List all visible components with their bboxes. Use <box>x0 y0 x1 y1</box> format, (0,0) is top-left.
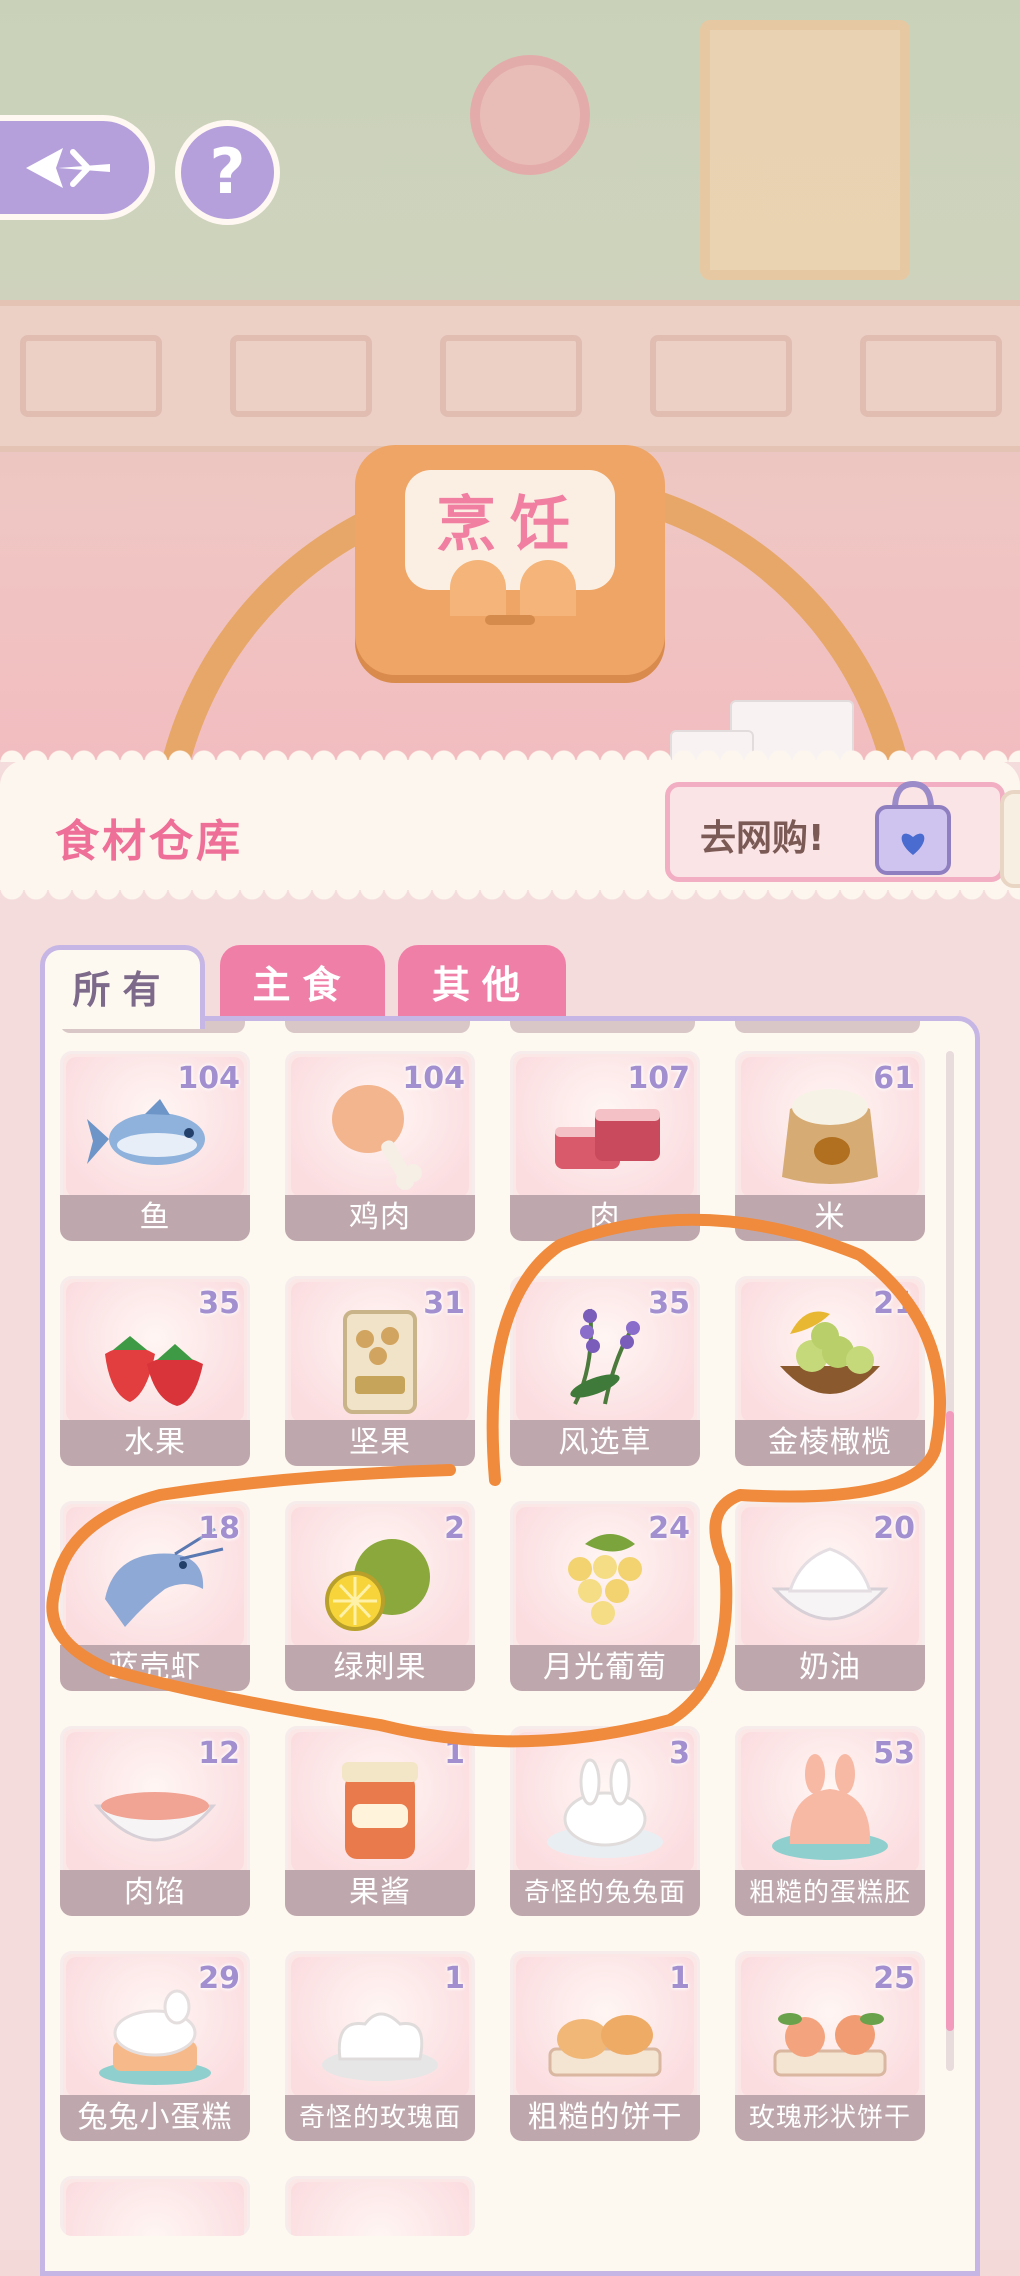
cooking-sign[interactable]: 烹饪 <box>355 445 665 675</box>
ingredient-grid[interactable]: 104 鱼 104 鸡肉 107 肉 61 米 35 水果 31 坚果 35 风… <box>40 1016 980 2276</box>
item-count: 25 <box>873 1961 915 1996</box>
panel-header: 食材仓库 去网购! <box>0 746 1020 906</box>
item-count: 24 <box>648 1511 690 1546</box>
item-count: 20 <box>873 1511 915 1546</box>
item-count: 104 <box>177 1061 240 1096</box>
item-count: 3 <box>669 1736 690 1771</box>
item-count: 61 <box>873 1061 915 1096</box>
item-name: 蓝壳虾 <box>60 1645 250 1691</box>
item-name: 米 <box>735 1195 925 1241</box>
item-count: 107 <box>627 1061 690 1096</box>
item-name: 兔兔小蛋糕 <box>60 2095 250 2141</box>
jam-jar-icon <box>342 1762 418 1859</box>
item-count: 2 <box>444 1511 465 1546</box>
partial-item-card[interactable] <box>60 2176 250 2236</box>
item-name: 月光葡萄 <box>510 1645 700 1691</box>
item-count: 29 <box>198 1961 240 1996</box>
rose-bread-icon <box>322 2012 438 2081</box>
ingredient-card[interactable]: 12 肉馅 <box>60 1726 250 1916</box>
spiky-fruit-icon <box>325 1539 430 1631</box>
item-count: 31 <box>423 1286 465 1321</box>
ingredient-card[interactable]: 1 粗糙的饼干 <box>510 1951 700 2141</box>
item-name: 肉馅 <box>60 1870 250 1916</box>
sign-decoration <box>450 560 506 616</box>
back-button[interactable] <box>0 115 155 220</box>
partial-item-card[interactable] <box>285 2176 475 2236</box>
partial-item-card[interactable] <box>735 1021 920 1033</box>
ingredient-card[interactable]: 61 米 <box>735 1051 925 1241</box>
panel-title: 食材仓库 <box>55 816 243 867</box>
shopping-bag-icon <box>875 780 951 875</box>
item-count: 21 <box>873 1286 915 1321</box>
ingredient-warehouse-panel: 食材仓库 去网购! 所有 主食 其他 104 鱼 104 鸡肉 107 肉 61… <box>0 746 1020 2276</box>
go-shopping-button[interactable]: 去网购! <box>665 780 1005 882</box>
item-count: 1 <box>444 1736 465 1771</box>
ingredient-card[interactable]: 107 肉 <box>510 1051 700 1241</box>
item-name: 鸡肉 <box>285 1195 475 1241</box>
ingredient-card[interactable]: 1 果酱 <box>285 1726 475 1916</box>
ingredient-card[interactable]: 1 奇怪的玫瑰面 <box>285 1951 475 2141</box>
ingredient-card[interactable]: 20 奶油 <box>735 1501 925 1691</box>
wall-rosette-decoration <box>470 55 590 175</box>
item-count: 35 <box>198 1286 240 1321</box>
ingredient-card[interactable]: 104 鱼 <box>60 1051 250 1241</box>
ingredient-card[interactable]: 18 蓝壳虾 <box>60 1501 250 1691</box>
scallop-edge <box>0 746 1020 762</box>
wall-panel <box>230 335 372 417</box>
cooking-sign-label: 烹饪 <box>405 470 615 590</box>
ingredient-card[interactable]: 25 玫瑰形状饼干 <box>735 1951 925 2141</box>
item-count: 18 <box>198 1511 240 1546</box>
partial-item-card[interactable] <box>285 1021 470 1033</box>
item-count: 53 <box>873 1736 915 1771</box>
item-name: 金棱橄榄 <box>735 1420 925 1466</box>
ingredient-card[interactable]: 29 兔兔小蛋糕 <box>60 1951 250 2141</box>
ingredient-card[interactable]: 24 月光葡萄 <box>510 1501 700 1691</box>
ingredient-card[interactable]: 35 水果 <box>60 1276 250 1466</box>
ingredient-card[interactable]: 21 金棱橄榄 <box>735 1276 925 1466</box>
sign-decoration <box>520 560 576 616</box>
item-name: 坚果 <box>285 1420 475 1466</box>
tab-all[interactable]: 所有 <box>40 945 205 1029</box>
back-arrow-icon <box>25 147 110 188</box>
ingredient-card[interactable]: 2 绿刺果 <box>285 1501 475 1691</box>
wall-panel <box>650 335 792 417</box>
grid-scrollbar[interactable] <box>946 1051 954 2071</box>
scrollbar-thumb[interactable] <box>946 1411 954 2031</box>
wall-picture-frame <box>700 20 910 280</box>
item-name: 奇怪的兔兔面 <box>510 1870 700 1916</box>
item-name: 肉 <box>510 1195 700 1241</box>
item-name: 果酱 <box>285 1870 475 1916</box>
item-name: 粗糙的蛋糕胚 <box>735 1870 925 1916</box>
ingredient-card[interactable]: 35 风选草 <box>510 1276 700 1466</box>
item-count: 1 <box>444 1961 465 1996</box>
item-name: 风选草 <box>510 1420 700 1466</box>
item-count: 35 <box>648 1286 690 1321</box>
ingredient-card[interactable]: 31 坚果 <box>285 1276 475 1466</box>
item-count: 1 <box>669 1961 690 1996</box>
wall-panel <box>860 335 1002 417</box>
item-count: 104 <box>402 1061 465 1096</box>
item-name: 鱼 <box>60 1195 250 1241</box>
kitchen-background: 烹饪 <box>0 0 1020 780</box>
ingredient-card[interactable]: 53 粗糙的蛋糕胚 <box>735 1726 925 1916</box>
partial-item-card[interactable] <box>510 1021 695 1033</box>
item-name: 奶油 <box>735 1645 925 1691</box>
help-button[interactable]: ? <box>175 120 280 225</box>
ingredient-card[interactable]: 104 鸡肉 <box>285 1051 475 1241</box>
item-count: 12 <box>198 1736 240 1771</box>
item-name: 奇怪的玫瑰面 <box>285 2095 475 2141</box>
bunny-bread-icon <box>547 1758 663 1858</box>
item-name: 粗糙的饼干 <box>510 2095 700 2141</box>
item-name: 水果 <box>60 1420 250 1466</box>
wall-panel <box>20 335 162 417</box>
go-shopping-label: 去网购! <box>700 818 825 859</box>
ingredient-card[interactable]: 3 奇怪的兔兔面 <box>510 1726 700 1916</box>
wall-panel <box>440 335 582 417</box>
sign-decoration <box>485 615 535 625</box>
biscuit-icon <box>548 2015 662 2077</box>
item-name: 玫瑰形状饼干 <box>735 2095 925 2141</box>
item-name: 绿刺果 <box>285 1645 475 1691</box>
side-menu-icon[interactable] <box>1000 790 1020 888</box>
